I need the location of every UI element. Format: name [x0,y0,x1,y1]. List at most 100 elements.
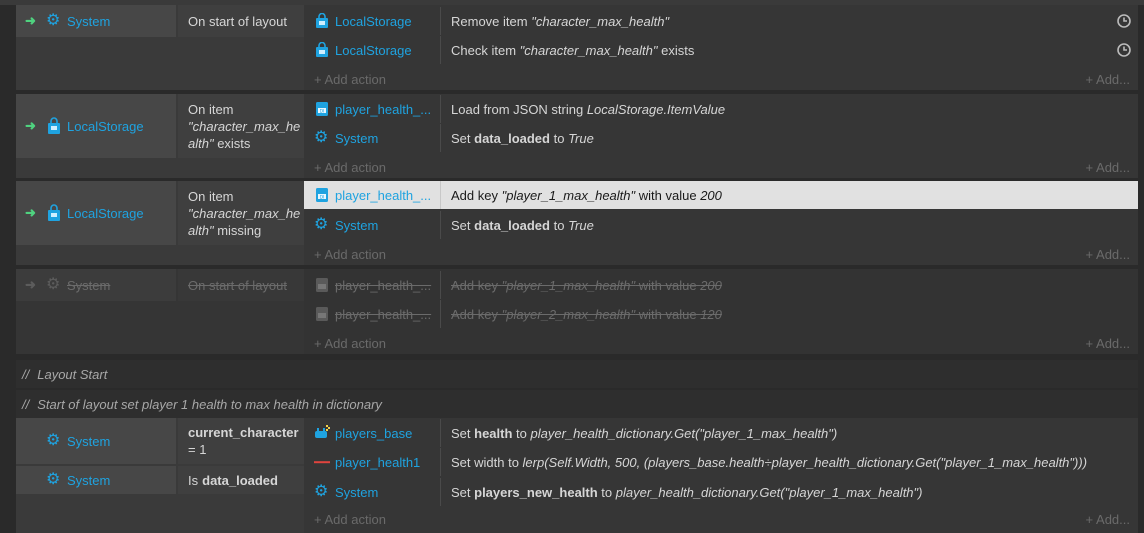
comment-text: Start of layout set player 1 health to m… [37,396,382,412]
condition-object[interactable]: ➜ ⚙ System [16,269,176,301]
event-block[interactable]: ➜ LocalStorage On item "character_max_he… [16,94,1138,178]
action-object[interactable]: ⚙ System [304,211,441,239]
action-object[interactable]: player_health_... [304,271,441,299]
condition-text[interactable]: On item "character_max_he alth" missing [178,181,304,245]
action-text[interactable]: Set width to lerp(Self.Width, 500, (play… [441,455,1087,470]
conditions-column: ➜ ⚙ System On start of layout [16,5,304,90]
action-object-name: LocalStorage [335,42,412,58]
action-object-name: player_health_... [335,101,432,117]
action-row[interactable]: player_health1 Set width to lerp(Self.Wi… [304,448,1138,476]
condition-param: alth" [188,135,214,151]
condition-object[interactable]: ➜ ⚙ System [16,5,176,37]
action-object[interactable]: ⚙ System [304,478,441,506]
add-action-button[interactable]: + Add action [314,247,386,262]
action-row[interactable]: player_health_... Add key "player_2_max_… [304,300,1138,328]
variable-name: current_character [188,425,299,440]
action-text[interactable]: Set data_loaded to True [441,131,594,146]
condition-row[interactable]: ⚙ System Is data_loaded [16,466,304,494]
add-more-button[interactable]: + Add... [1086,512,1130,527]
add-more-button[interactable]: + Add... [1086,247,1130,262]
condition-text[interactable]: On start of layout [178,269,304,301]
condition-row[interactable]: ➜ LocalStorage On item "character_max_he… [16,94,304,158]
dictionary-icon: DI [316,188,328,202]
add-action-button[interactable]: + Add action [314,72,386,87]
conditions-column: ➜ LocalStorage On item "character_max_he… [16,94,304,178]
actions-column: players_base Set health to player_health… [304,418,1138,533]
action-text-part: to [512,425,531,441]
condition-object-name: System [67,277,111,293]
action-text[interactable]: Load from JSON string LocalStorage.ItemV… [441,102,725,117]
condition-object-name: System [67,13,111,29]
action-object-name: System [335,130,379,146]
action-text-part: to [549,130,569,146]
action-object[interactable]: players_base [304,419,441,447]
action-row[interactable]: ⚙ System Set players_new_health to playe… [304,478,1138,506]
async-clock-icon [1117,43,1131,57]
progress-bar-icon [314,461,330,464]
add-action-button[interactable]: + Add action [314,512,386,527]
actions-column: DI player_health_... Add key "player_1_m… [304,181,1138,265]
action-object[interactable]: DI player_health_... [304,95,441,123]
action-param: lerp(Self.Width, 500, (players_base.heal… [522,454,1088,470]
action-row[interactable]: player_health_... Add key "player_1_max_… [304,271,1138,299]
condition-object[interactable]: ⚙ System [16,418,176,464]
action-text-part: Load from JSON string [451,101,587,117]
condition-text[interactable]: Is data_loaded [178,466,304,494]
action-row[interactable]: LocalStorage Remove item "character_max_… [304,7,1138,35]
action-text[interactable]: Add key "player_1_max_health" with value… [441,278,722,293]
event-block[interactable]: ⚙ System current_character = 1 ⚙ System I… [16,418,1138,533]
action-text[interactable]: Check item "character_max_health" exists [441,43,694,58]
action-text[interactable]: Add key "player_2_max_health" with value… [441,307,722,322]
condition-object[interactable]: ➜ LocalStorage [16,94,176,158]
action-text[interactable]: Remove item "character_max_health" [441,14,669,29]
action-row[interactable]: ⚙ System Set data_loaded to True [304,211,1138,239]
local-storage-icon [48,117,60,134]
action-text-part: Set [451,217,475,233]
condition-row[interactable]: ➜ ⚙ System On start of layout [16,269,304,301]
add-action-button[interactable]: + Add action [314,160,386,175]
condition-object[interactable]: ⚙ System [16,466,176,494]
condition-row[interactable]: ➜ ⚙ System On start of layout [16,5,304,37]
action-object[interactable]: ⚙ System [304,124,441,152]
condition-row[interactable]: ⚙ System current_character = 1 [16,418,304,464]
condition-text[interactable]: On start of layout [178,5,304,37]
action-row-selected[interactable]: DI player_health_... Add key "player_1_m… [304,181,1138,209]
action-text-part: Check item [451,42,520,58]
action-object-name: LocalStorage [335,13,412,29]
action-text[interactable]: Set players_new_health to player_health_… [441,485,922,500]
action-row[interactable]: players_base Set health to player_health… [304,419,1138,447]
comment-row[interactable]: // Start of layout set player 1 health t… [16,390,1138,418]
add-action-button[interactable]: + Add action [314,336,386,351]
gear-icon: ⚙ [46,471,61,488]
action-text[interactable]: Add key "player_1_max_health" with value… [441,188,722,203]
action-object[interactable]: LocalStorage [304,7,441,35]
action-text-part: Set [451,484,475,500]
action-object[interactable]: DI player_health_... [304,181,441,209]
action-text[interactable]: Set data_loaded to True [441,218,594,233]
action-row[interactable]: ⚙ System Set data_loaded to True [304,124,1138,152]
action-row[interactable]: LocalStorage Check item "character_max_h… [304,36,1138,64]
action-object[interactable]: LocalStorage [304,36,441,64]
action-object[interactable]: player_health1 [304,448,441,476]
add-more-button[interactable]: + Add... [1086,336,1130,351]
action-param: player_health_dictionary.Get("player_1_m… [615,484,923,500]
condition-text[interactable]: On item "character_max_he alth" exists [178,94,304,158]
gear-icon: ⚙ [314,216,329,233]
conditions-column: ➜ LocalStorage On item "character_max_he… [16,181,304,265]
trigger-arrow-icon: ➜ [25,205,36,220]
action-text[interactable]: Set health to player_health_dictionary.G… [441,426,837,441]
event-block[interactable]: ➜ ⚙ System On start of layout LocalStora… [16,5,1138,90]
condition-label: On item [188,101,234,117]
action-row[interactable]: DI player_health_... Load from JSON stri… [304,95,1138,123]
event-block[interactable]: ➜ LocalStorage On item "character_max_he… [16,181,1138,265]
comment-row[interactable]: // Layout Start [16,360,1138,388]
trigger-arrow-icon: ➜ [25,13,36,28]
gear-icon: ⚙ [46,276,61,293]
action-object[interactable]: player_health_... [304,300,441,328]
condition-row[interactable]: ➜ LocalStorage On item "character_max_he… [16,181,304,245]
condition-object[interactable]: ➜ LocalStorage [16,181,176,245]
add-more-button[interactable]: + Add... [1086,72,1130,87]
condition-text[interactable]: current_character = 1 [178,418,304,464]
add-more-button[interactable]: + Add... [1086,160,1130,175]
event-block-disabled[interactable]: ➜ ⚙ System On start of layout player_hea… [16,269,1138,354]
